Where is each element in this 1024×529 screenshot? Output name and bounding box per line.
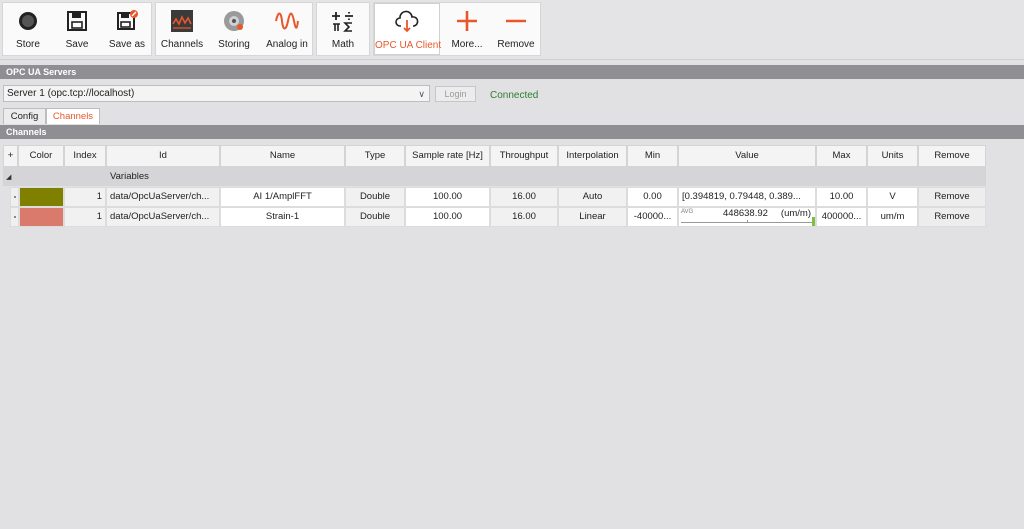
column-header-color[interactable]: Color — [18, 145, 64, 167]
cell-interpolation[interactable]: Auto — [558, 187, 627, 207]
tab-channels[interactable]: Channels — [46, 108, 100, 124]
cell-units[interactable]: V — [867, 187, 918, 207]
remove-plugin-button[interactable]: Remove — [494, 3, 538, 55]
row-drag-handle[interactable] — [10, 187, 19, 207]
column-header-id[interactable]: Id — [106, 145, 220, 167]
math-button[interactable]: Math — [319, 3, 367, 55]
column-header-sample-rate[interactable]: Sample rate [Hz] — [405, 145, 490, 167]
channel-color-swatch[interactable] — [19, 187, 64, 207]
more-button[interactable]: More... — [444, 3, 490, 55]
cell-index: 1 — [64, 187, 106, 207]
opc-ua-client-label: OPC UA Client — [375, 40, 442, 51]
analog-in-button[interactable]: Analog in — [262, 3, 312, 55]
cell-interpolation[interactable]: Linear — [558, 207, 627, 227]
cell-value-meter: AVG 448638.92 (um/m) — [678, 207, 816, 227]
column-header-value[interactable]: Value — [678, 145, 816, 167]
channels-label: Channels — [160, 39, 204, 50]
remove-channel-button[interactable]: Remove — [918, 187, 986, 207]
analog-in-label: Analog in — [266, 39, 308, 50]
cell-name[interactable]: Strain-1 — [220, 207, 345, 227]
remove-channel-button[interactable]: Remove — [918, 207, 986, 227]
opc-ua-client-button[interactable]: OPC UA Client — [374, 3, 442, 55]
math-label: Math — [331, 39, 355, 50]
store-label: Store — [16, 39, 40, 50]
opc-ua-servers-header: OPC UA Servers — [0, 65, 1024, 79]
channel-color-swatch[interactable] — [19, 207, 64, 227]
cell-throughput: 16.00 — [490, 207, 558, 227]
cell-min[interactable]: 0.00 — [627, 187, 678, 207]
channels-icon — [170, 9, 194, 33]
avg-value: 448638.92 — [723, 208, 768, 219]
add-channel-header-button[interactable]: + — [3, 145, 18, 167]
avg-unit: (um/m) — [780, 208, 811, 219]
remove-plugin-label: Remove — [497, 39, 535, 50]
storing-button[interactable]: Storing — [211, 3, 257, 55]
login-button[interactable]: Login — [435, 86, 476, 102]
cell-value: [0.394819, 0.79448, 0.389... — [678, 187, 816, 207]
cell-max[interactable]: 10.00 — [816, 187, 867, 207]
plus-icon — [455, 9, 479, 33]
acquisition-group: Channels Storing Analog in — [155, 2, 313, 56]
math-group: Math — [316, 2, 370, 56]
floppy-edit-icon — [115, 9, 139, 33]
column-header-interpolation[interactable]: Interpolation — [558, 145, 627, 167]
cell-sample-rate[interactable]: 100.00 — [405, 207, 490, 227]
server-select[interactable]: Server 1 (opc.tcp://localhost) ∨ — [3, 85, 430, 102]
column-header-index[interactable]: Index — [64, 145, 106, 167]
store-button[interactable]: Store — [5, 3, 51, 55]
column-header-max[interactable]: Max — [816, 145, 867, 167]
cloud-download-icon — [395, 10, 419, 34]
connection-status: Connected — [490, 90, 539, 101]
save-button[interactable]: Save — [55, 3, 99, 55]
sine-wave-icon — [275, 9, 299, 33]
collapse-triangle-icon[interactable]: ◢ — [6, 173, 11, 181]
chevron-down-icon: ∨ — [418, 89, 425, 99]
column-header-throughput[interactable]: Throughput — [490, 145, 558, 167]
cell-type: Double — [345, 207, 405, 227]
save-label: Save — [65, 39, 89, 50]
cell-units[interactable]: um/m — [867, 207, 918, 227]
cell-id: data/OpcUaServer/ch... — [106, 207, 220, 227]
column-header-name[interactable]: Name — [220, 145, 345, 167]
save-as-label: Save as — [108, 39, 146, 50]
save-as-button[interactable]: Save as — [103, 3, 151, 55]
floppy-icon — [65, 9, 89, 33]
tab-config[interactable]: Config — [3, 108, 46, 124]
channels-button[interactable]: Channels — [158, 3, 206, 55]
toolbar: Store Save Save as Channels Storing Anal… — [0, 0, 1024, 60]
file-group: Store Save Save as — [2, 2, 152, 56]
cell-type: Double — [345, 187, 405, 207]
meter-tick — [747, 220, 748, 223]
meter-level-indicator — [812, 217, 815, 226]
column-header-remove[interactable]: Remove — [918, 145, 986, 167]
cell-id: data/OpcUaServer/ch... — [106, 187, 220, 207]
group-row-variables[interactable]: ◢ Variables — [3, 167, 986, 186]
math-icon — [331, 9, 355, 33]
column-header-units[interactable]: Units — [867, 145, 918, 167]
server-select-value: Server 1 (opc.tcp://localhost) — [7, 88, 135, 99]
cell-index: 1 — [64, 207, 106, 227]
cell-name[interactable]: AI 1/AmplFFT — [220, 187, 345, 207]
record-icon — [16, 9, 40, 33]
column-header-min[interactable]: Min — [627, 145, 678, 167]
storing-disk-icon — [222, 9, 246, 33]
cell-throughput: 16.00 — [490, 187, 558, 207]
more-label: More... — [451, 39, 483, 50]
column-header-type[interactable]: Type — [345, 145, 405, 167]
storing-label: Storing — [218, 39, 250, 50]
row-drag-handle[interactable] — [10, 207, 19, 227]
cell-sample-rate[interactable]: 100.00 — [405, 187, 490, 207]
plugins-group: OPC UA Client More... Remove — [373, 2, 541, 56]
cell-max[interactable]: 400000... — [816, 207, 867, 227]
group-label: Variables — [110, 171, 149, 182]
minus-icon — [504, 9, 528, 33]
avg-label: AVG — [681, 209, 694, 215]
cell-min[interactable]: -40000... — [627, 207, 678, 227]
channels-header: Channels — [0, 125, 1024, 139]
